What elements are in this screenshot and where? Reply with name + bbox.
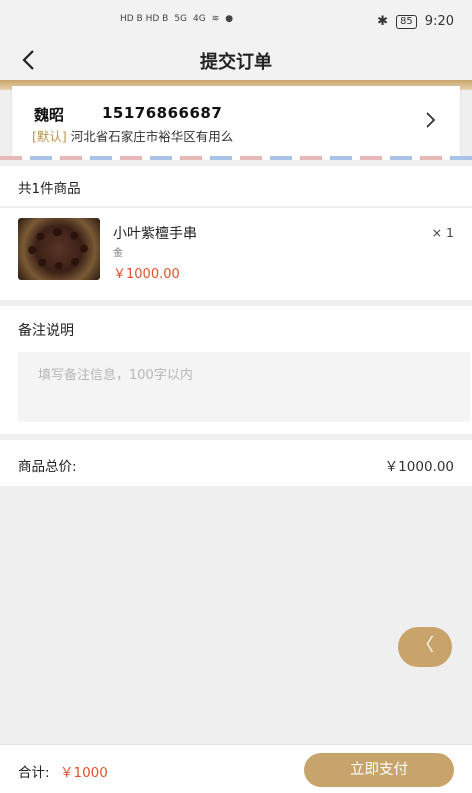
product-price: ￥1000.00 [113,267,180,282]
signal-5g: 5G [174,14,188,24]
bottom-bar: 合计: ￥1000 立即支付 [0,744,472,793]
sim-indicator: HD B HD B [120,14,169,24]
bluetooth-icon: ✱ [377,14,389,29]
sum-label: 合计: [18,765,50,781]
address-line: [默认] 河北省石家庄市裕华区有用么 [32,126,233,145]
goods-header: 共1件商品 [0,166,472,206]
total-label: 商品总价: [18,459,77,475]
chevron-right-icon [420,110,440,130]
address-detail: 河北省石家庄市裕华区有用么 [70,129,234,144]
product-image [18,218,100,280]
total-row: 商品总价: ￥1000.00 [0,440,472,486]
status-right: ✱ 85 9:20 [377,14,454,29]
network-indicators: HD B HD B 5G 4G ≋ ● [120,14,233,24]
product-spec: 金 [113,248,123,259]
signal-4g: 4G [193,14,206,24]
clock: 9:20 [424,14,454,29]
sum-value: ￥1000 [60,765,108,781]
remark-title: 备注说明 [18,323,74,339]
product-name: 小叶紫檀手串 [113,226,197,242]
floating-collapse-button[interactable]: 〈 [398,627,452,667]
bracelet-illustration [28,228,88,270]
nav-bar: 提交订单 [0,42,472,80]
status-bar: HD B HD B 5G 4G ≋ ● ✱ 85 9:20 [0,0,472,42]
total-value: ￥1000.00 [384,459,454,475]
wechat-icon: ● [225,14,234,24]
airmail-border [0,156,472,160]
page-title: 提交订单 [200,52,272,73]
remark-section: 备注说明 [0,306,472,434]
battery-icon: 85 [396,14,417,29]
recipient-phone: 15176866687 [102,104,223,122]
recipient-name: 魏昭 [34,106,65,124]
pay-now-button[interactable]: 立即支付 [304,753,454,787]
default-tag: [默认] [32,129,67,144]
address-card[interactable]: 魏昭 15176866687 [默认] 河北省石家庄市裕华区有用么 [12,86,460,158]
product-quantity: × 1 [431,225,454,240]
goods-count: 共1件商品 [18,181,81,197]
remark-input[interactable] [18,352,470,422]
wifi-icon: ≋ [211,14,220,24]
product-row[interactable]: 小叶紫檀手串 金 ￥1000.00 × 1 [0,207,472,300]
